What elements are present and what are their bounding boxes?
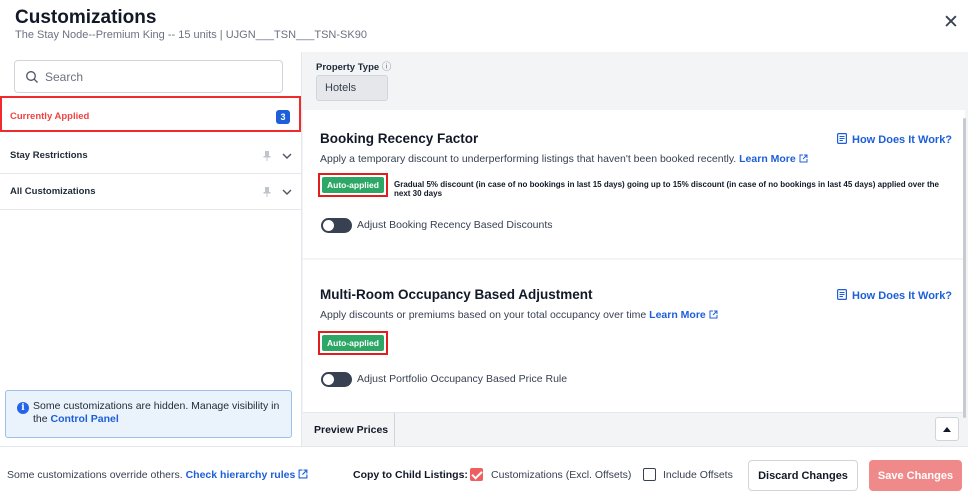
property-type-label-text: Property Type — [316, 62, 380, 73]
hidden-customizations-notice: i Some customizations are hidden. Manage… — [5, 390, 292, 438]
control-panel-link[interactable]: Control Panel — [51, 413, 119, 425]
external-link-icon — [709, 310, 718, 319]
scrollbar[interactable] — [963, 118, 966, 418]
card-title: Multi-Room Occupancy Based Adjustment — [320, 287, 593, 302]
auto-applied-highlight: Auto-applied — [318, 331, 388, 355]
sidebar-item-currently-applied[interactable]: Currently Applied 3 — [0, 96, 301, 132]
toggle-label: Adjust Booking Recency Based Discounts — [357, 219, 553, 231]
booking-recency-card: Booking Recency Factor How Does It Work?… — [303, 110, 965, 258]
chevron-down-icon[interactable] — [281, 186, 293, 198]
modal-title: Customizations — [15, 7, 157, 28]
override-text: Some customizations override others. — [7, 469, 183, 481]
sidebar-item-label: Currently Applied — [10, 111, 90, 122]
how-link-label: How Does It Work? — [852, 134, 953, 146]
notice-text: Some customizations are hidden. Manage v… — [33, 400, 288, 426]
external-link-icon — [799, 154, 808, 163]
learn-more-link[interactable]: Learn More — [649, 309, 718, 321]
checkbox-label: Include Offsets — [663, 469, 733, 481]
multi-room-occupancy-card: Multi-Room Occupancy Based Adjustment Ho… — [303, 260, 965, 412]
auto-applied-detail: Gradual 5% discount (in case of no booki… — [394, 180, 939, 198]
description-text: Apply discounts or premiums based on you… — [320, 309, 647, 321]
sidebar-item-label: All Customizations — [10, 186, 96, 197]
property-type-label: Property Type ⓘ — [316, 59, 391, 73]
sidebar: Currently Applied 3 Stay Restrictions Al… — [0, 52, 302, 446]
copy-to-child-label: Copy to Child Listings: — [353, 469, 468, 481]
info-icon: i — [17, 402, 29, 414]
include-offsets-checkbox[interactable] — [643, 468, 656, 481]
caret-up-icon[interactable] — [935, 417, 959, 441]
save-changes-button[interactable]: Save Changes — [869, 460, 962, 491]
override-notice: Some customizations override others. Che… — [7, 469, 308, 481]
learn-more-link[interactable]: Learn More — [739, 153, 808, 165]
count-badge: 3 — [276, 110, 290, 124]
auto-applied-badge: Auto-applied — [322, 335, 384, 351]
modal-footer: Some customizations override others. Che… — [0, 446, 968, 495]
preview-prices-tab[interactable]: Preview Prices — [303, 413, 395, 447]
toggle-label: Adjust Portfolio Occupancy Based Price R… — [357, 373, 568, 385]
external-link-icon — [298, 469, 308, 479]
pin-icon[interactable] — [263, 187, 271, 197]
sidebar-item-stay-restrictions[interactable]: Stay Restrictions — [0, 138, 301, 174]
check-hierarchy-link[interactable]: Check hierarchy rules — [186, 469, 309, 481]
learn-more-label: Learn More — [739, 153, 796, 165]
sidebar-item-all-customizations[interactable]: All Customizations — [0, 174, 301, 210]
learn-more-label: Learn More — [649, 309, 706, 321]
booking-recency-toggle[interactable] — [321, 218, 352, 233]
how-does-it-work-link[interactable]: How Does It Work? — [837, 289, 952, 302]
auto-applied-badge: Auto-applied — [322, 177, 384, 193]
pin-icon[interactable] — [263, 151, 271, 161]
portfolio-occupancy-toggle[interactable] — [321, 372, 352, 387]
discard-changes-button[interactable]: Discard Changes — [748, 460, 858, 491]
card-title: Booking Recency Factor — [320, 131, 479, 146]
hierarchy-link-label: Check hierarchy rules — [185, 469, 296, 481]
main-panel: Property Type ⓘ Hotels Booking Recency F… — [302, 52, 968, 447]
property-type-value: Hotels — [316, 75, 388, 101]
customizations-checkbox[interactable] — [470, 468, 483, 481]
chevron-down-icon[interactable] — [281, 150, 293, 162]
document-icon — [837, 289, 847, 300]
modal-header: Customizations The Stay Node--Premium Ki… — [0, 0, 968, 52]
document-icon — [837, 133, 847, 144]
card-description: Apply discounts or premiums based on you… — [320, 309, 718, 321]
checkbox-label: Customizations (Excl. Offsets) — [491, 469, 632, 481]
listing-subtitle: The Stay Node--Premium King -- 15 units … — [15, 29, 367, 41]
auto-applied-highlight: Auto-applied — [318, 173, 388, 197]
how-link-label: How Does It Work? — [852, 290, 953, 302]
sidebar-item-label: Stay Restrictions — [10, 150, 88, 161]
search-box[interactable] — [14, 60, 283, 93]
info-circle-icon[interactable]: ⓘ — [382, 62, 392, 73]
card-description: Apply a temporary discount to underperfo… — [320, 153, 808, 165]
close-icon[interactable]: ✕ — [942, 13, 960, 32]
description-text: Apply a temporary discount to underperfo… — [320, 153, 737, 165]
search-icon — [26, 71, 38, 83]
preview-bar: Preview Prices — [303, 412, 965, 447]
how-does-it-work-link[interactable]: How Does It Work? — [837, 133, 952, 146]
search-input[interactable] — [45, 61, 275, 92]
